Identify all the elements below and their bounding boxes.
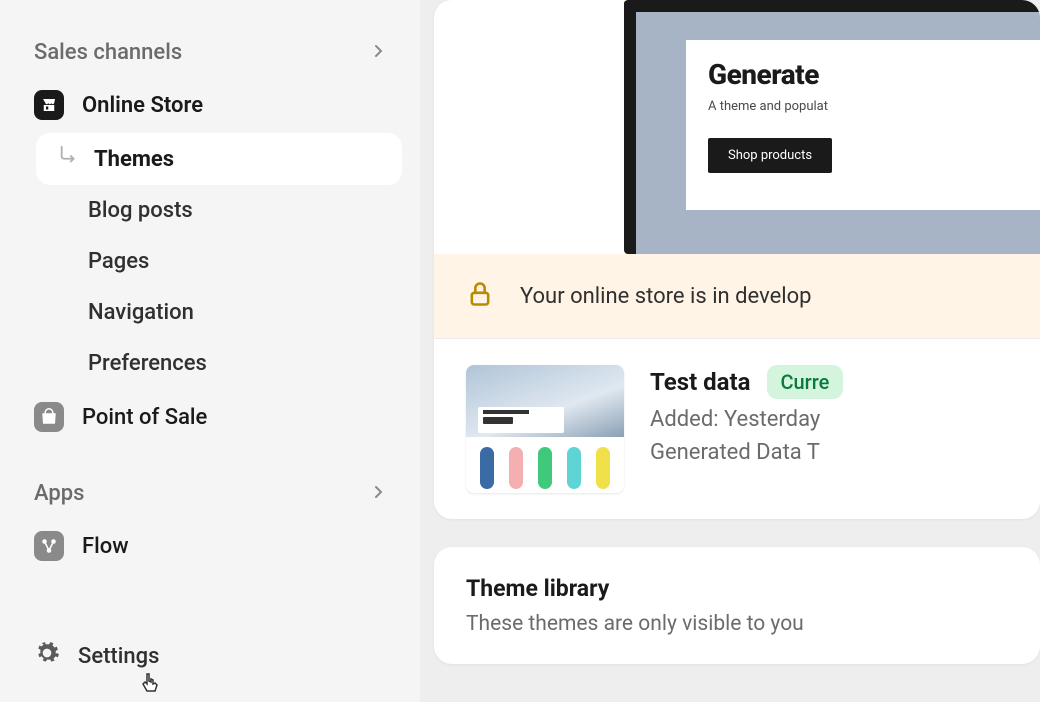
chevron-right-icon (370, 481, 386, 506)
preview-heading: Generate (708, 58, 1040, 91)
sidebar-item-flow[interactable]: Flow (18, 518, 402, 574)
settings-label: Settings (78, 644, 159, 669)
product-swatch (567, 447, 581, 489)
sidebar-item-preferences[interactable]: Preferences (70, 338, 402, 389)
sidebar-item-pages[interactable]: Pages (70, 236, 402, 287)
pages-label: Pages (88, 249, 149, 274)
online-store-sublist: Blog posts Pages Navigation Preferences (18, 185, 402, 389)
shopping-bag-icon (34, 402, 64, 432)
apps-header[interactable]: Apps (18, 469, 402, 518)
sidebar-item-blog-posts[interactable]: Blog posts (70, 185, 402, 236)
product-swatch (596, 447, 610, 489)
product-swatch (538, 447, 552, 489)
current-theme-row: Test data Curre Added: Yesterday Generat… (434, 338, 1040, 519)
main-content: Generate A theme and populat Shop produc… (420, 0, 1040, 702)
current-theme-card: Generate A theme and populat Shop produc… (434, 0, 1040, 519)
theme-thumbnail[interactable] (466, 365, 624, 493)
banner-text: Your online store is in develop (520, 284, 812, 309)
themes-label: Themes (94, 147, 174, 172)
flow-icon (34, 531, 64, 561)
apps-label: Apps (34, 481, 84, 506)
theme-meta: Test data Curre Added: Yesterday Generat… (650, 365, 843, 465)
chevron-right-icon (370, 40, 386, 65)
theme-library-card: Theme library These themes are only visi… (434, 547, 1040, 664)
theme-added-date: Added: Yesterday (650, 407, 843, 432)
product-swatch (509, 447, 523, 489)
flow-label: Flow (82, 534, 129, 559)
sidebar-item-point-of-sale[interactable]: Point of Sale (18, 389, 402, 445)
gear-icon (34, 640, 60, 672)
sales-channels-label: Sales channels (34, 40, 182, 65)
current-badge: Curre (767, 365, 844, 399)
point-of-sale-label: Point of Sale (82, 405, 207, 430)
sidebar: Sales channels Online Store Themes Blog … (0, 0, 420, 702)
sidebar-item-settings[interactable]: Settings (18, 624, 402, 688)
sidebar-item-navigation[interactable]: Navigation (70, 287, 402, 338)
online-store-subnav: Themes (24, 133, 402, 185)
theme-generated-info: Generated Data T (650, 440, 843, 465)
theme-preview-frame: Generate A theme and populat Shop produc… (624, 0, 1040, 254)
thumbnail-products (466, 437, 624, 493)
sidebar-item-online-store[interactable]: Online Store (18, 77, 402, 133)
library-title: Theme library (466, 575, 1008, 602)
development-banner: Your online store is in develop (434, 254, 1040, 338)
theme-preview-content: Generate A theme and populat Shop produc… (686, 40, 1040, 210)
library-subtitle: These themes are only visible to you (466, 612, 1008, 636)
online-store-label: Online Store (82, 93, 203, 118)
sidebar-item-themes[interactable]: Themes (36, 133, 402, 185)
lock-icon (466, 280, 494, 312)
theme-name: Test data (650, 368, 751, 396)
tree-branch-icon (58, 145, 80, 173)
navigation-label: Navigation (88, 300, 194, 325)
shop-products-button[interactable]: Shop products (708, 138, 832, 173)
sales-channels-header[interactable]: Sales channels (18, 28, 402, 77)
blog-posts-label: Blog posts (88, 198, 193, 223)
product-swatch (480, 447, 494, 489)
store-icon (34, 90, 64, 120)
preview-subheading: A theme and populat (708, 99, 1040, 114)
preferences-label: Preferences (88, 351, 207, 376)
